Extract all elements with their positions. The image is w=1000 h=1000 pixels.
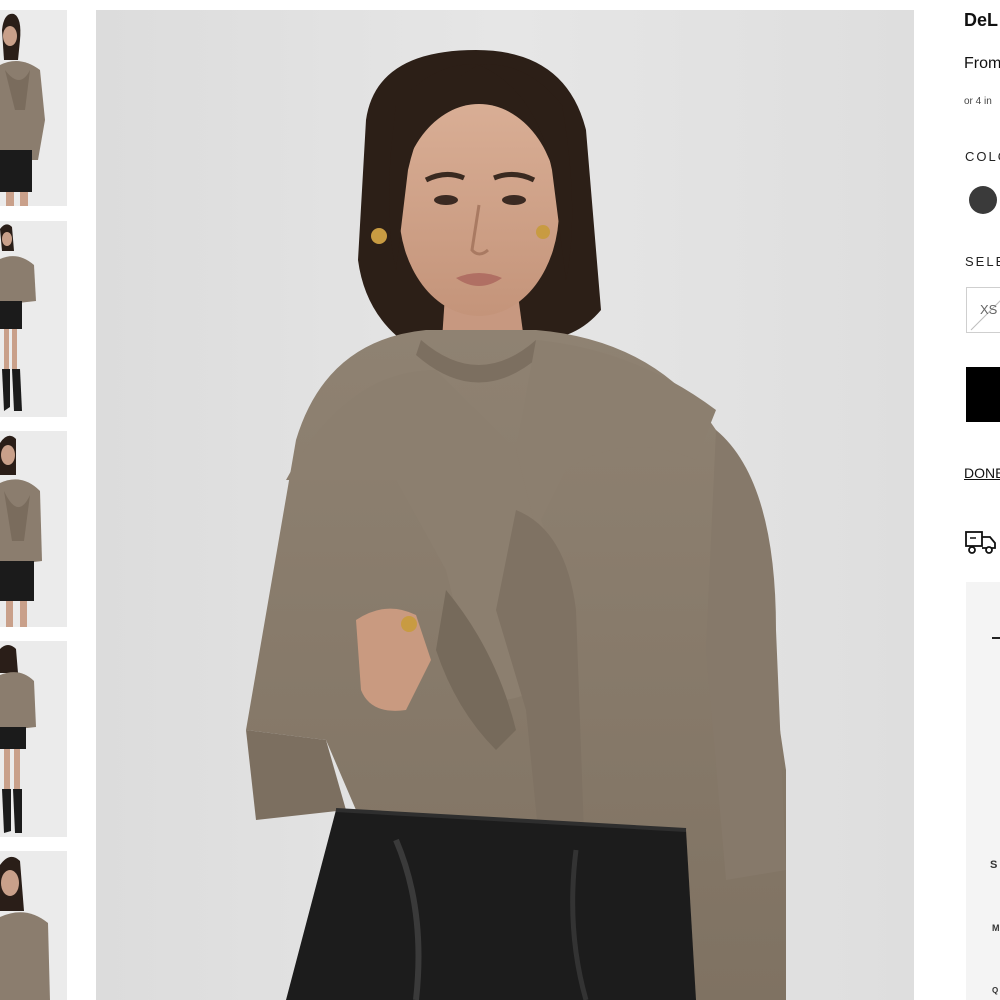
size-option-label: XS: [980, 302, 998, 317]
product-thumbnail-image: [0, 641, 67, 837]
product-thumbnail-image: [0, 851, 67, 1000]
promo-box: S M Q: [966, 582, 1000, 1000]
thumbnail-5[interactable]: [0, 851, 67, 1000]
product-info-panel: DeL From or 4 in COLO SELE XS DONE S M Q: [964, 0, 1000, 1000]
color-swatch[interactable]: [969, 186, 997, 214]
product-title: DeL: [964, 10, 999, 30]
color-label: COLO: [965, 149, 1000, 164]
promo-divider: [992, 637, 1000, 639]
promo-text-s: S: [990, 859, 998, 871]
truck-icon: [965, 531, 996, 554]
thumbnail-1[interactable]: [0, 10, 67, 206]
size-option-xs[interactable]: XS: [966, 287, 1000, 333]
model-photo: [96, 10, 914, 1000]
thumbnail-strip: [0, 10, 68, 1000]
product-thumbnail-image: [0, 221, 67, 417]
promo-text-q: Q: [992, 986, 999, 995]
thumbnail-4[interactable]: [0, 641, 67, 837]
add-to-bag-button[interactable]: [966, 367, 1000, 422]
product-price: From: [964, 55, 1000, 72]
product-thumbnail-image: [0, 431, 67, 627]
info-link[interactable]: DONE: [964, 465, 1000, 481]
product-thumbnail-image: [0, 10, 67, 206]
size-label: SELE: [965, 254, 1000, 269]
thumbnail-3[interactable]: [0, 431, 67, 627]
product-page: DeL From or 4 in COLO SELE XS DONE S M Q: [0, 0, 1000, 1000]
main-product-image[interactable]: [96, 10, 914, 1000]
installments-text: or 4 in: [964, 96, 992, 107]
thumbnail-2[interactable]: [0, 221, 67, 417]
promo-text-m: M: [992, 923, 1000, 933]
